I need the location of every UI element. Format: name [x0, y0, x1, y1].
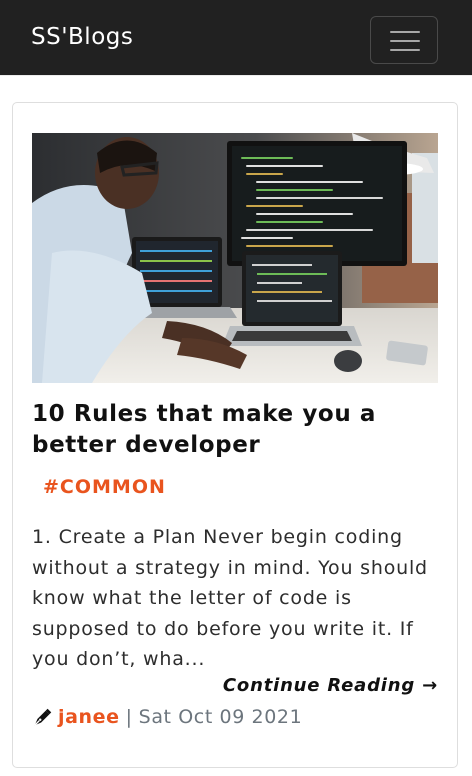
pen-icon: [34, 708, 52, 726]
post-image[interactable]: [32, 133, 438, 383]
meta-separator: |: [125, 706, 133, 728]
author-link[interactable]: janee: [58, 706, 120, 728]
hamburger-icon-line: [390, 31, 420, 33]
brand-logo[interactable]: SS'Blogs: [31, 24, 133, 50]
navbar: SS'Blogs: [0, 0, 472, 76]
post-meta: janee | Sat Oct 09 2021: [32, 703, 302, 731]
hamburger-icon-line: [390, 49, 420, 51]
post-date: Sat Oct 09 2021: [138, 706, 303, 728]
navbar-toggler-button[interactable]: [370, 16, 438, 64]
post-excerpt: 1. Create a Plan Never begin coding with…: [32, 526, 428, 670]
hamburger-icon-line: [390, 40, 420, 42]
post-title[interactable]: 10 Rules that make you a better develope…: [32, 399, 442, 461]
post-tag-link[interactable]: #COMMON: [43, 476, 166, 498]
developer-at-computer-photo: [32, 133, 438, 383]
continue-reading-link[interactable]: Continue Reading →: [223, 675, 438, 696]
